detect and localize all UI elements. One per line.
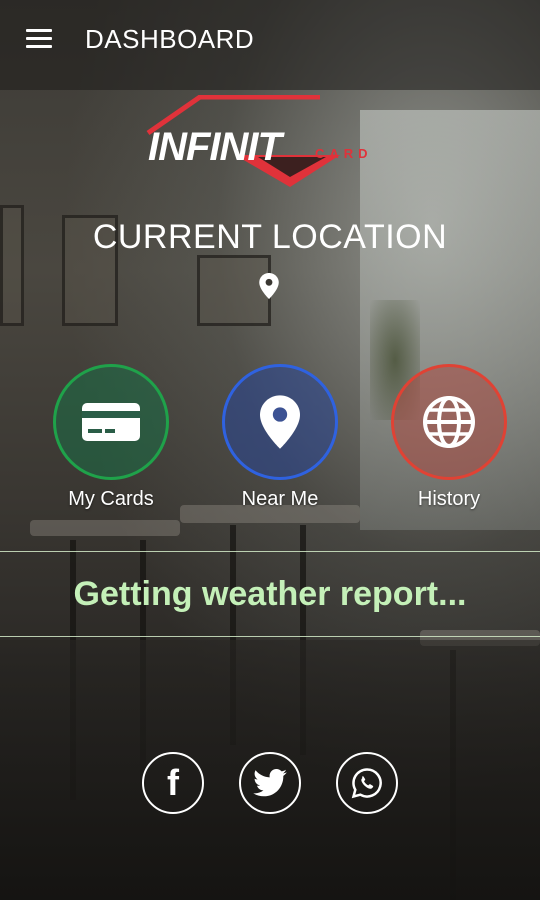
facebook-icon: f (167, 762, 179, 803)
weather-status: Getting weather report... (73, 574, 467, 613)
page-title: DASHBOARD (85, 24, 255, 54)
twitter-icon (253, 769, 287, 797)
near-me-circle[interactable] (222, 364, 338, 480)
app-logo: INFINIT CARD (140, 95, 410, 190)
app-bar: DASHBOARD (0, 0, 540, 80)
history-button[interactable]: History (391, 364, 507, 511)
current-location-title: CURRENT LOCATION (92, 218, 448, 256)
map-pin-icon[interactable] (259, 273, 279, 299)
whatsapp-icon (351, 768, 382, 799)
history-circle[interactable] (391, 364, 507, 480)
weather-panel: Getting weather report... (0, 551, 540, 637)
facebook-button[interactable]: f (142, 752, 204, 814)
twitter-button[interactable] (239, 752, 301, 814)
history-label: History (417, 488, 481, 510)
near-me-label: Near Me (241, 488, 319, 510)
globe-icon (423, 396, 475, 448)
near-me-button[interactable]: Near Me (222, 364, 338, 511)
my-cards-label: My Cards (68, 488, 154, 510)
credit-card-icon (82, 403, 140, 441)
whatsapp-button[interactable] (336, 752, 398, 814)
my-cards-button[interactable]: My Cards (53, 364, 169, 511)
logo-wordmark: INFINIT (148, 125, 282, 169)
map-pin-icon (260, 395, 300, 449)
hamburger-icon[interactable] (26, 29, 52, 49)
logo-subtitle: CARD (315, 146, 373, 161)
my-cards-circle[interactable] (53, 364, 169, 480)
